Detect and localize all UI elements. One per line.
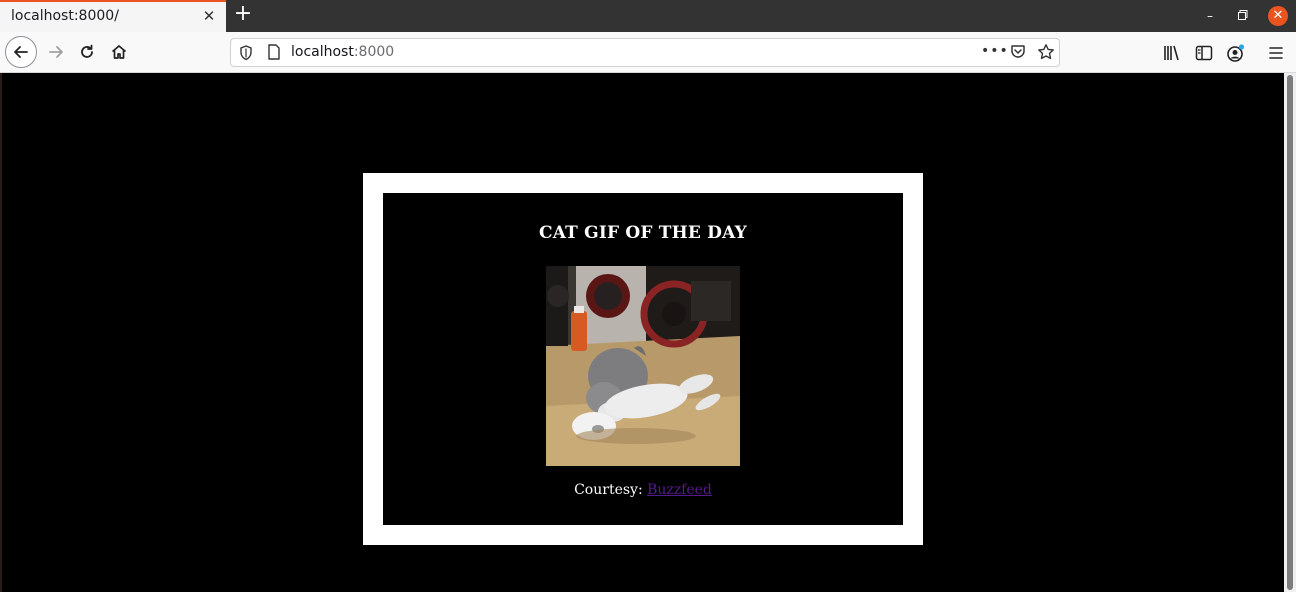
window-close-icon[interactable]: ✕	[1268, 6, 1288, 26]
navigation-toolbar: localhost:8000 •••	[0, 32, 1296, 73]
cat-gif-image	[546, 266, 740, 466]
scrollbar[interactable]	[1284, 73, 1296, 592]
reload-icon[interactable]	[71, 36, 103, 68]
library-icon[interactable]	[1161, 42, 1183, 64]
forward-arrow-icon[interactable]	[40, 36, 72, 68]
tab-bar: localhost:8000/ ✕ + – ✕	[0, 0, 1296, 32]
more-icon[interactable]: •••	[981, 43, 1009, 59]
buzzfeed-link[interactable]: Buzzfeed	[647, 482, 712, 498]
page-title: CAT GIF OF THE DAY	[538, 223, 748, 243]
card-frame: CAT GIF OF THE DAY Courtesy: Buzzfeed	[363, 173, 923, 545]
minimize-icon[interactable]: –	[1200, 6, 1220, 26]
url-port: :8000	[353, 44, 395, 60]
home-icon[interactable]	[103, 36, 135, 68]
sidebar-icon[interactable]	[1193, 42, 1215, 64]
courtesy-label: Courtesy:	[574, 482, 648, 498]
back-arrow-icon[interactable]	[5, 36, 37, 68]
tab-active[interactable]: localhost:8000/ ✕	[0, 0, 226, 32]
scrollbar-thumb[interactable]	[1287, 75, 1293, 590]
url-host: localhost	[291, 44, 354, 60]
shield-icon[interactable]	[239, 45, 253, 65]
card-content: CAT GIF OF THE DAY Courtesy: Buzzfeed	[383, 193, 903, 525]
star-icon[interactable]	[1037, 43, 1055, 65]
address-bar[interactable]: localhost:8000 •••	[230, 38, 1060, 67]
close-icon[interactable]: ✕	[200, 7, 218, 25]
plus-icon[interactable]: +	[232, 3, 254, 26]
tab-title: localhost:8000/	[11, 8, 119, 24]
url-text[interactable]: localhost:8000	[291, 44, 394, 60]
pocket-icon[interactable]	[1010, 44, 1026, 64]
menu-icon[interactable]	[1265, 42, 1287, 64]
restore-icon[interactable]	[1233, 6, 1253, 26]
courtesy-line: Courtesy: Buzzfeed	[383, 482, 903, 498]
page-icon	[267, 44, 281, 64]
account-icon[interactable]	[1225, 42, 1247, 64]
